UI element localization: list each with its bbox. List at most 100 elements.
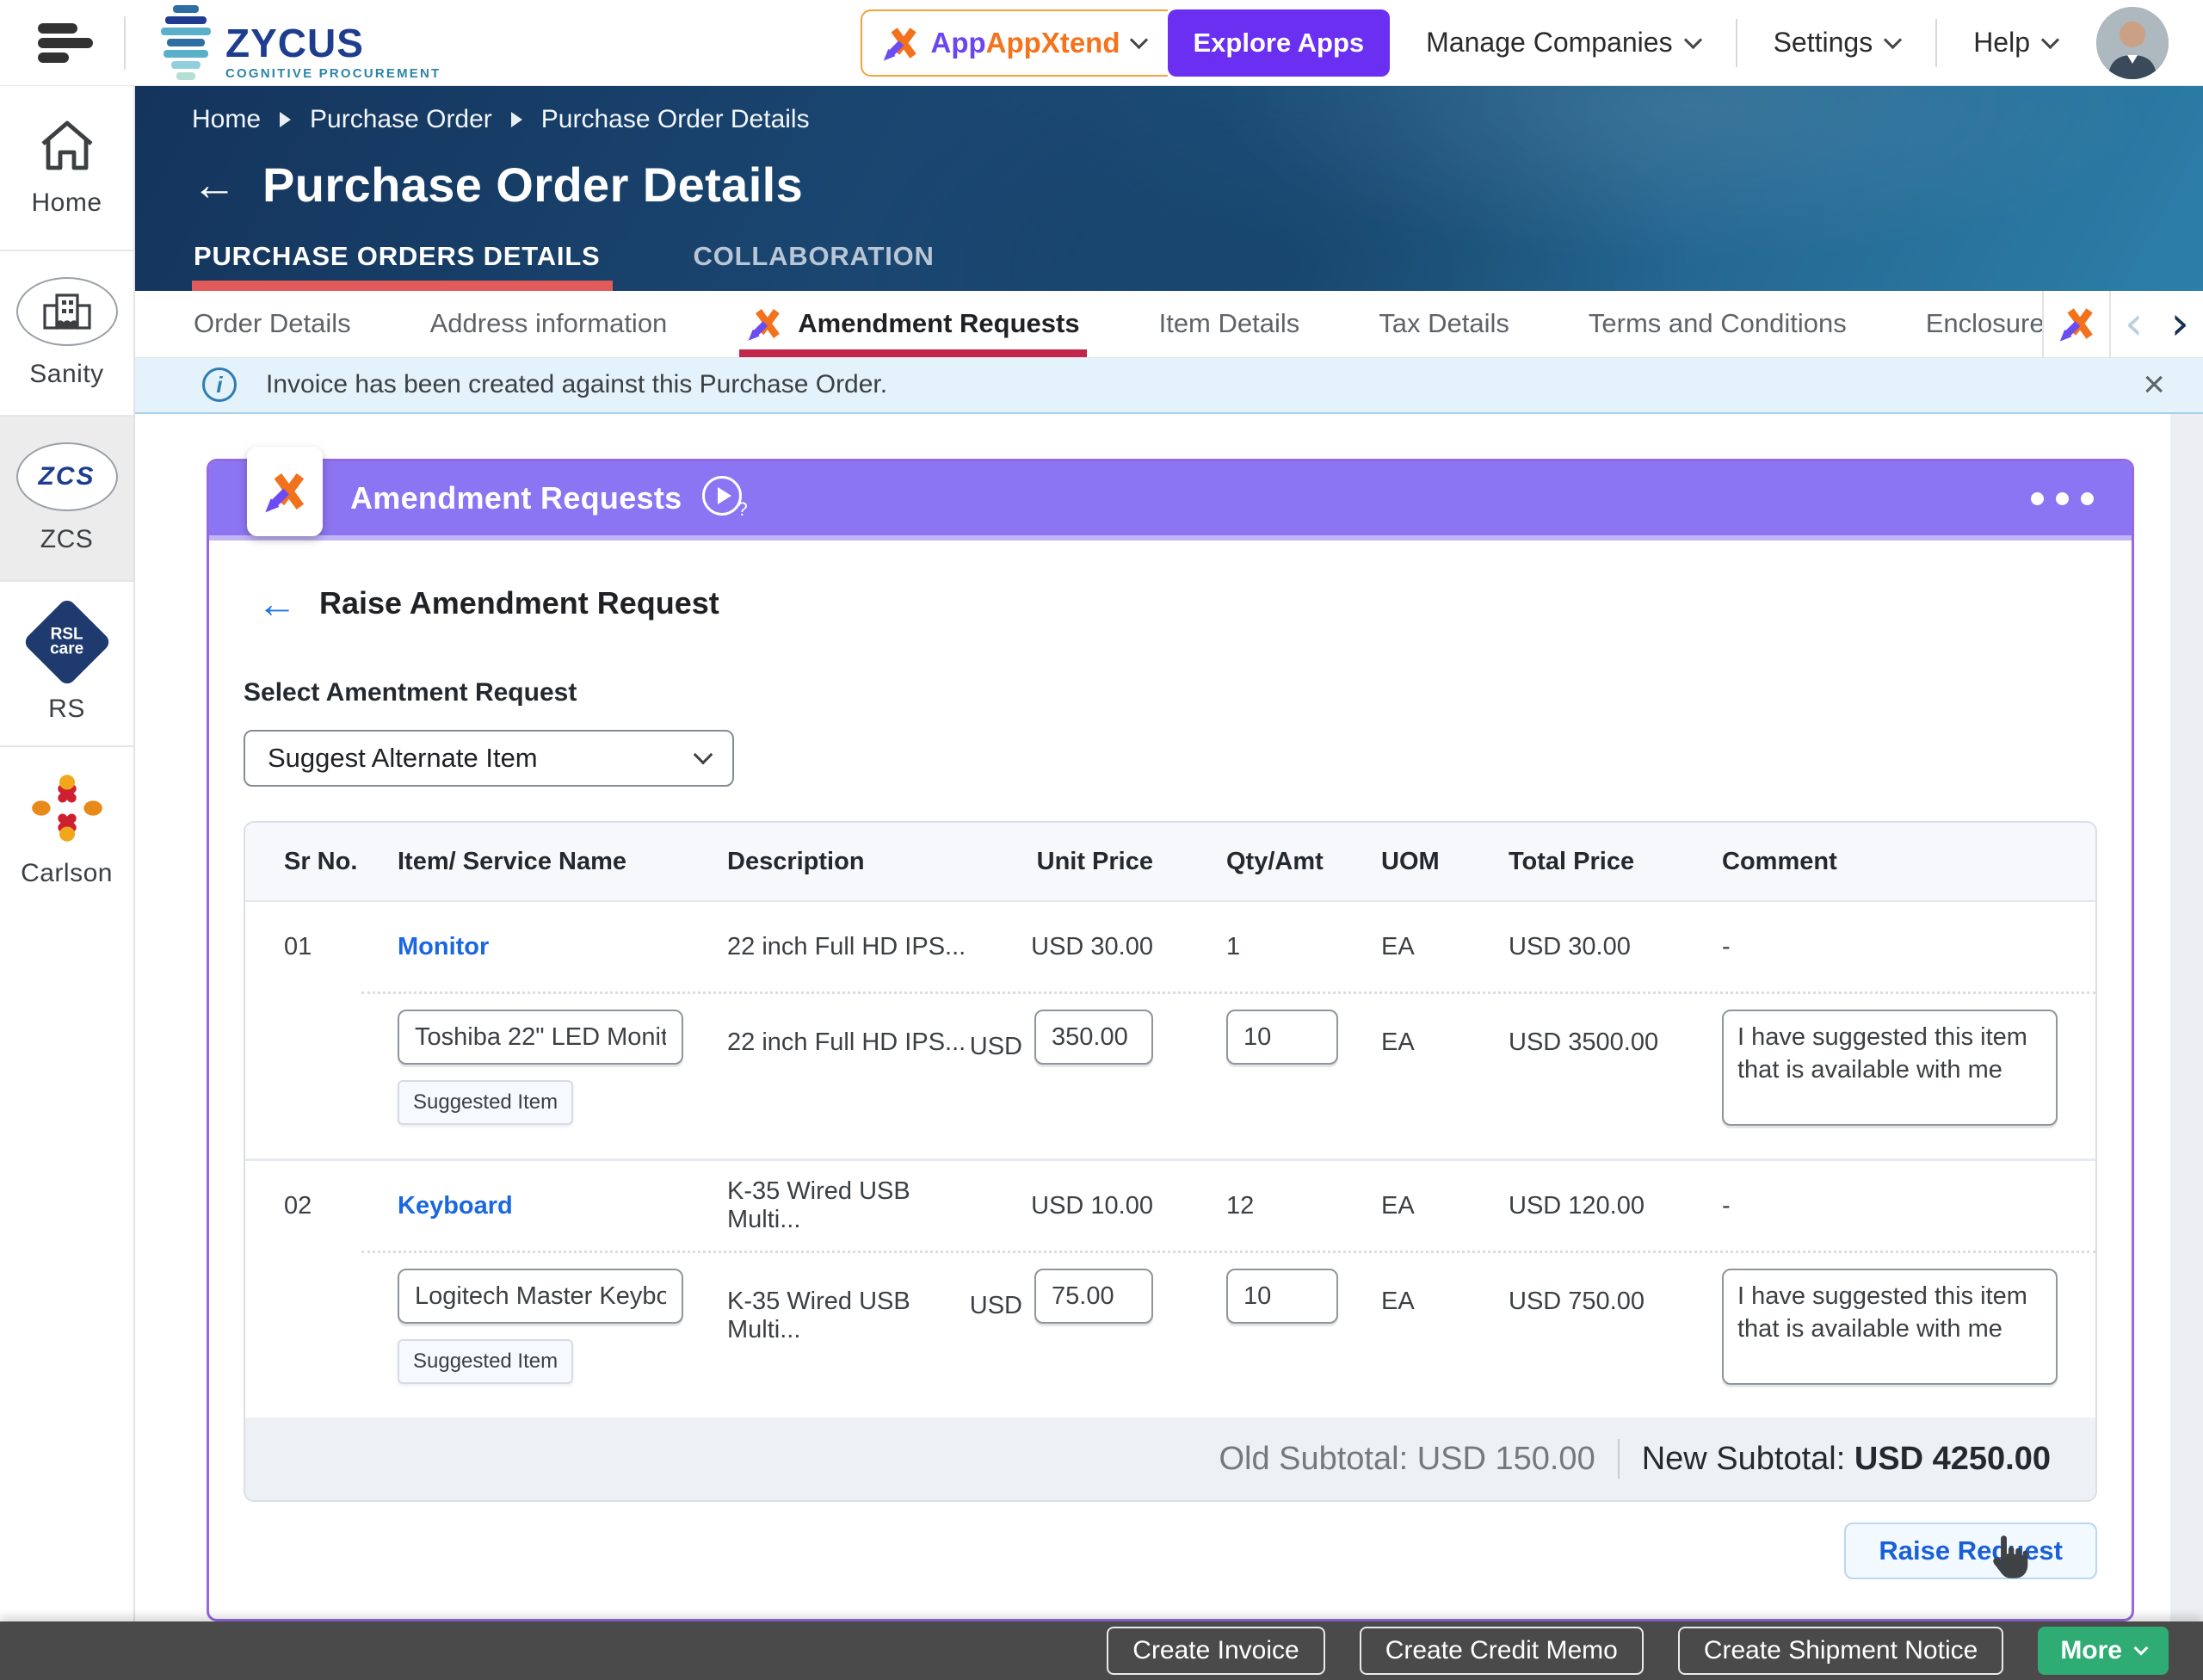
explore-apps-button[interactable]: Explore Apps [1167,9,1391,77]
sidebar-item-rs[interactable]: RSL care RS [0,582,133,747]
suggested-qty-input[interactable] [1226,1269,1338,1324]
suggested-item-row: Suggested Item 22 inch Full HD IPS... US… [245,994,2095,1158]
help-video-button[interactable]: ? [702,476,748,521]
home-icon [40,120,93,170]
subtab-tax-details[interactable]: Tax Details [1379,291,1509,356]
settings-menu[interactable]: Settings [1773,27,1903,59]
sidebar-item-label: Home [31,188,102,217]
breadcrumb-purchase-order[interactable]: Purchase Order [310,105,492,134]
table-header: Sr No. Item/ Service Name Description Un… [245,823,2095,902]
create-invoice-button[interactable]: Create Invoice [1107,1627,1325,1675]
divider [124,15,126,70]
card-title: Amendment Requests [350,480,682,516]
col-qty-amt: Qty/Amt [1226,847,1324,875]
appxtend-tile [247,447,323,536]
back-arrow-icon[interactable]: ← [192,163,237,207]
suggested-comment-textarea[interactable]: I have suggested this item that is avail… [1722,1010,2058,1126]
close-icon[interactable]: × [2143,366,2165,404]
sidebar-item-sanity[interactable]: Sanity [0,251,133,417]
building-icon [15,277,118,346]
tab-purchase-orders-details[interactable]: PURCHASE ORDERS DETAILS [192,241,613,292]
settings-label: Settings [1773,27,1873,58]
scroll-tabs-right-icon[interactable]: › [2157,300,2203,347]
info-icon: i [202,368,237,403]
appxtend-label: AppAppXtendAppXtend [930,26,1120,59]
suggested-qty-input[interactable] [1226,1010,1338,1065]
appxtend-menu[interactable]: AppAppXtendAppXtend [860,9,1168,77]
info-banner: i Invoice has been created against this … [135,357,2203,414]
app-sidebar: Home Sanity ZCS ZCS RSL care RS Carlson [0,86,135,1621]
suggested-unit-price-input[interactable] [1034,1010,1153,1065]
raise-request-button[interactable]: Raise Request [1844,1522,2097,1579]
sidebar-item-home[interactable]: Home [0,86,133,251]
main-tabs: PURCHASE ORDERS DETAILS COLLABORATION [192,241,947,292]
more-label: More [2060,1636,2122,1665]
suggested-item-badge: Suggested Item [398,1080,574,1125]
menu-icon[interactable] [38,22,93,63]
appxtend-icon [746,306,782,342]
scrollbar-gutter[interactable] [2170,414,2203,1621]
col-item-name: Item/ Service Name [398,847,626,875]
breadcrumb-current: Purchase Order Details [540,105,810,133]
suggested-unit-price-input[interactable] [1034,1269,1153,1324]
manage-companies-menu[interactable]: Manage Companies [1426,27,1702,59]
work-area: Amendment Requests ? ← Raise Amendment R… [135,414,2203,1621]
subtab-label: Tax Details [1379,308,1509,339]
subtab-enclosures[interactable]: Enclosures [1926,291,2058,356]
subtab-amendment-requests[interactable]: Amendment Requests [739,291,1087,357]
subtab-terms-and-conditions[interactable]: Terms and Conditions [1589,291,1847,356]
breadcrumb: Home Purchase Order Purchase Order Detai… [192,105,2203,134]
user-avatar[interactable] [2096,6,2169,79]
appxtend-icon [262,469,307,514]
create-shipment-notice-button[interactable]: Create Shipment Notice [1677,1627,2004,1675]
col-total-price: Total Price [1509,847,1635,875]
banner-message: Invoice has been created against this Pu… [266,370,888,399]
divider [1617,1439,1620,1479]
zycus-mark-icon [158,5,213,80]
help-label: Help [1973,27,2030,58]
chevron-down-icon [1683,30,1702,50]
top-bar: ZYCUS COGNITIVE PROCUREMENT AppAppXtendA… [0,0,2203,86]
sidebar-item-label: Carlson [21,859,113,887]
col-uom: UOM [1381,847,1440,875]
chevron-down-icon [1129,30,1148,50]
carlson-flower-logo [31,775,102,842]
back-arrow-icon[interactable]: ← [257,584,297,623]
suggested-item-row: Suggested Item K-35 Wired USB Multi... U… [245,1253,2095,1418]
subtab-label: Address information [429,308,668,339]
brand-name: ZYCUS [225,21,364,65]
item-link-monitor[interactable]: Monitor [398,933,489,960]
chevron-down-icon [2133,1640,2149,1656]
mouse-cursor-icon [1993,1535,2028,1578]
col-unit-price: Unit Price [1036,847,1153,875]
appxtend-icon [2058,305,2095,343]
create-credit-memo-button[interactable]: Create Credit Memo [1359,1627,1644,1675]
page-header: Home Purchase Order Purchase Order Detai… [135,86,2203,292]
subtab-address-information[interactable]: Address information [430,291,668,356]
help-menu[interactable]: Help [1973,27,2060,59]
sidebar-item-zcs[interactable]: ZCS ZCS [0,417,133,582]
section-title: Raise Amendment Request [319,585,719,621]
tab-collaboration[interactable]: COLLABORATION [692,241,947,291]
scroll-tabs-left-icon[interactable]: ‹ [2111,300,2157,347]
subtab-label: Enclosures [1925,308,2058,339]
item-link-keyboard[interactable]: Keyboard [398,1192,513,1220]
amendment-requests-card: Amendment Requests ? ← Raise Amendment R… [207,447,2134,1621]
suggested-item-name-input[interactable] [398,1010,683,1065]
more-options-icon[interactable] [2031,491,2094,505]
suggested-item-name-input[interactable] [398,1269,683,1324]
amendment-items-table: Sr No. Item/ Service Name Description Un… [244,821,2097,1502]
amendment-type-select[interactable]: Suggest Alternate Item [244,730,734,787]
sidebar-item-carlson[interactable]: Carlson [0,747,133,912]
col-description: Description [727,847,865,875]
subtab-label: Item Details [1158,308,1300,339]
divider [1735,18,1737,67]
suggested-comment-textarea[interactable]: I have suggested this item that is avail… [1722,1269,2058,1385]
subtab-item-details[interactable]: Item Details [1159,291,1300,356]
breadcrumb-home[interactable]: Home [192,105,261,134]
rsl-care-logo: RSL care [22,596,112,688]
subtab-order-details[interactable]: Order Details [194,291,351,356]
more-button[interactable]: More [2038,1627,2169,1675]
appxtend-tab[interactable] [2041,291,2111,357]
col-comment: Comment [1722,847,1837,875]
